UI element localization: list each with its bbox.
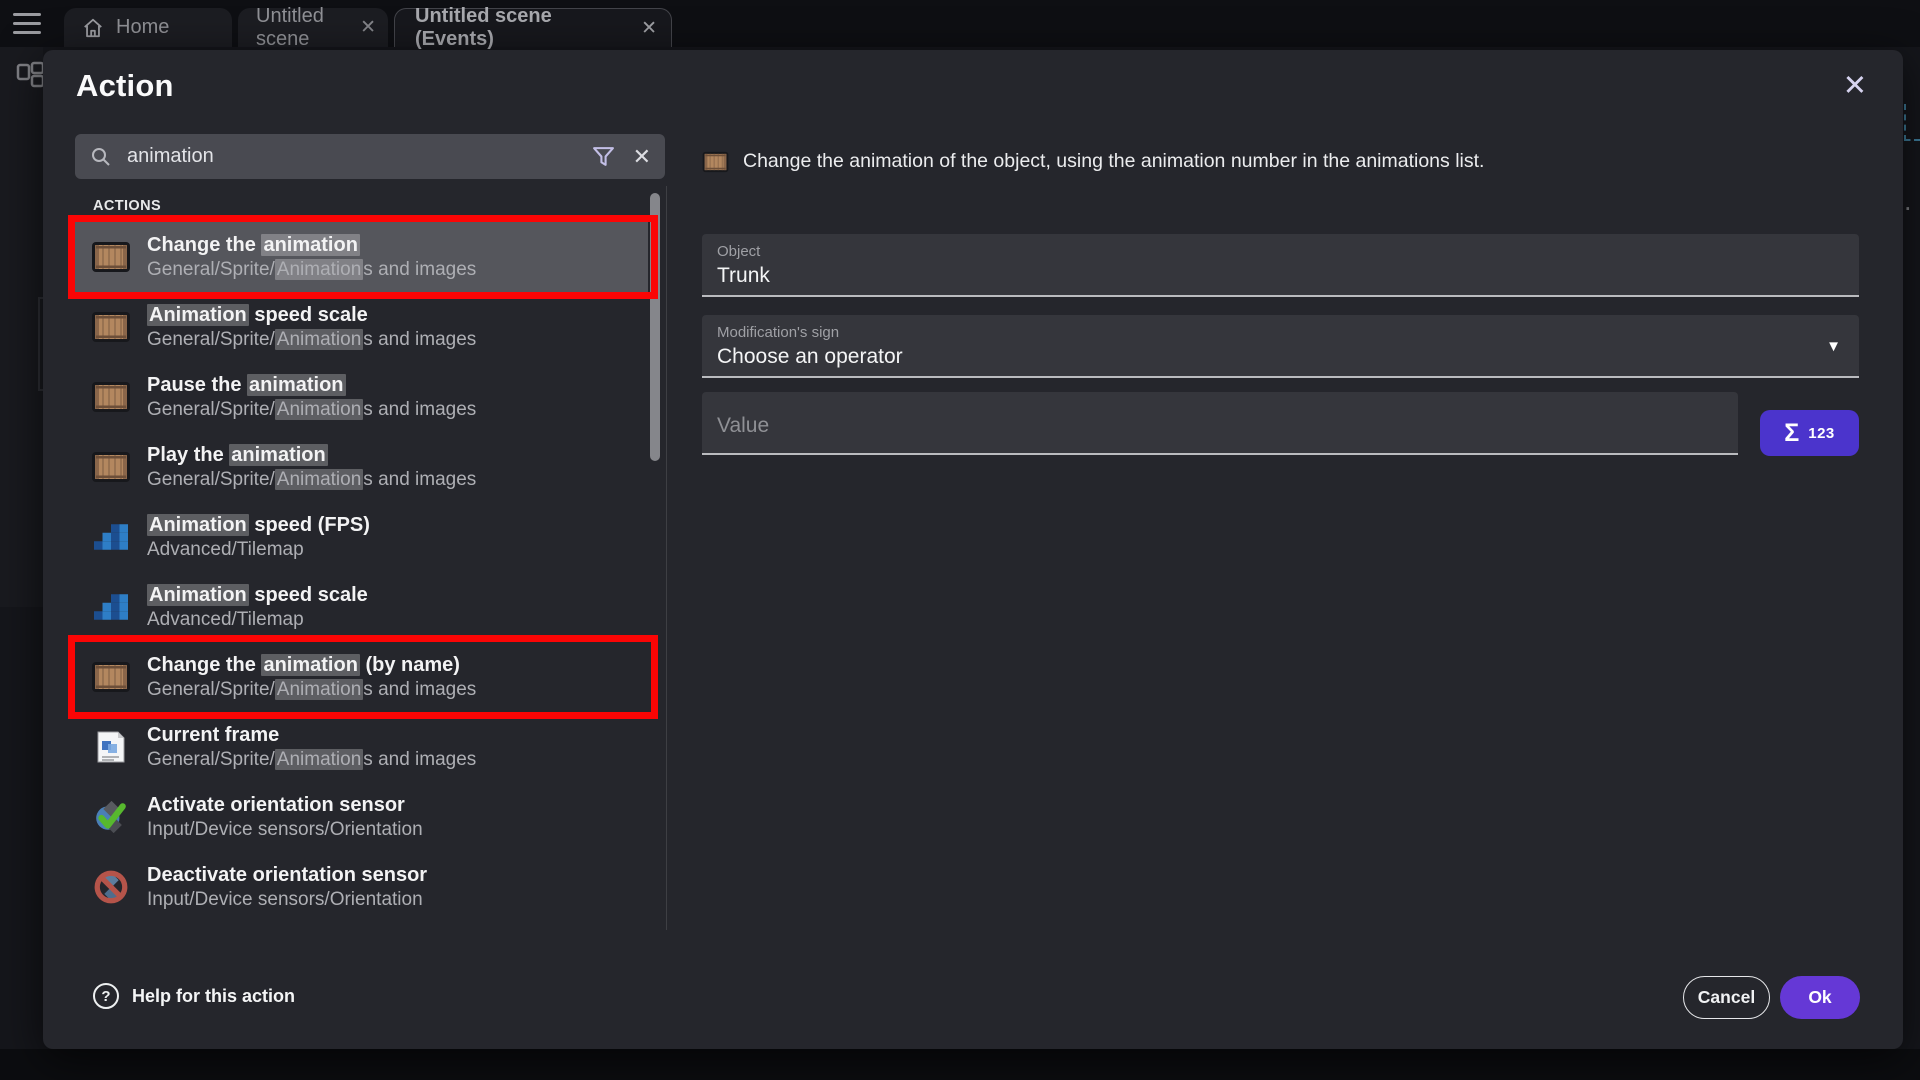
action-path: General/Sprite/Animations and images — [147, 399, 476, 420]
value-input[interactable] — [717, 414, 1697, 438]
action-list-item[interactable]: Change the animation (by name) General/S… — [75, 642, 648, 712]
clear-search-icon[interactable]: ✕ — [633, 146, 651, 168]
tilemap-icon — [89, 515, 133, 559]
search-icon — [89, 145, 113, 169]
operator-select[interactable]: Modification's sign Choose an operator ▼ — [702, 315, 1859, 378]
action-dialog: Action ✕ ✕ ACTIONS Change the animation … — [43, 50, 1903, 1049]
action-path: Advanced/Tilemap — [147, 609, 304, 630]
sprite-icon — [89, 235, 133, 279]
actions-list-rows: Change the animation General/Sprite/Anim… — [75, 222, 648, 922]
scrollbar-thumb[interactable] — [650, 193, 660, 461]
action-title: Animation speed scale — [147, 304, 368, 326]
action-list-item[interactable]: Activate orientation sensor Input/Device… — [75, 782, 648, 852]
value-field[interactable] — [702, 392, 1738, 455]
action-list-item[interactable]: Current frame General/Sprite/Animations … — [75, 712, 648, 782]
search-input[interactable] — [127, 145, 592, 168]
tilemap-icon — [89, 585, 133, 629]
action-list-item[interactable]: Pause the animation General/Sprite/Anima… — [75, 362, 648, 432]
cancel-button[interactable]: Cancel — [1683, 976, 1770, 1019]
action-path: Input/Device sensors/Orientation — [147, 889, 423, 910]
tab-home[interactable]: Home — [64, 8, 232, 47]
action-list-item[interactable]: Animation speed scale General/Sprite/Ani… — [75, 292, 648, 362]
action-list-item[interactable]: Play the animation General/Sprite/Animat… — [75, 432, 648, 502]
action-list-item[interactable]: Deactivate orientation sensor Input/Devi… — [75, 852, 648, 922]
tab-untitled-scene-events[interactable]: Untitled scene (Events) ✕ — [394, 8, 672, 47]
frame-icon — [89, 725, 133, 769]
sprite-icon — [89, 375, 133, 419]
section-header: ACTIONS — [75, 188, 648, 222]
object-field[interactable]: Object Trunk — [702, 234, 1859, 297]
action-title: Pause the animation — [147, 374, 346, 396]
action-title: Activate orientation sensor — [147, 794, 405, 816]
action-title: Deactivate orientation sensor — [147, 864, 427, 886]
expression-123-label: 123 — [1808, 425, 1835, 442]
action-title: Play the animation — [147, 444, 328, 466]
sigma-icon: Σ — [1784, 421, 1799, 446]
action-title: Change the animation — [147, 234, 360, 256]
close-tab-icon[interactable]: ✕ — [641, 17, 657, 40]
action-title: Change the animation (by name) — [147, 654, 460, 676]
help-link[interactable]: ? Help for this action — [93, 983, 295, 1009]
dialog-title: Action — [76, 68, 174, 104]
sensor-off-icon — [89, 865, 133, 909]
drop-target-dashed-border — [1904, 104, 1906, 141]
action-path: General/Sprite/Animations and images — [147, 259, 476, 280]
object-value: Trunk — [717, 264, 770, 288]
tab-label: Home — [116, 16, 169, 39]
home-icon — [82, 17, 104, 39]
tab-label: Untitled scene — [256, 5, 348, 51]
background-panel — [0, 47, 43, 607]
action-path: General/Sprite/Animations and images — [147, 469, 476, 490]
background-bottom — [0, 1049, 1920, 1080]
chevron-down-icon: ▼ — [1826, 338, 1841, 355]
top-tab-bar: Home Untitled scene ✕ Untitled scene (Ev… — [0, 0, 1920, 47]
action-title: Animation speed scale — [147, 584, 368, 606]
layout-panels-icon — [16, 60, 46, 103]
action-path: General/Sprite/Animations and images — [147, 679, 476, 700]
sprite-icon — [89, 305, 133, 349]
actions-list: ACTIONS Change the animation General/Spr… — [75, 188, 648, 932]
action-title: Animation speed (FPS) — [147, 514, 370, 536]
gdevelop-window: Home Untitled scene ✕ Untitled scene (Ev… — [0, 0, 1920, 1080]
hamburger-menu-icon[interactable] — [13, 13, 41, 34]
expression-editor-button[interactable]: Σ 123 — [1760, 410, 1859, 456]
action-search-bar[interactable]: ✕ — [75, 134, 665, 179]
panel-divider — [666, 186, 667, 930]
sprite-icon — [702, 151, 729, 173]
close-tab-icon[interactable]: ✕ — [360, 16, 376, 39]
field-label: Object — [717, 243, 760, 260]
action-description: Change the animation of the object, usin… — [702, 150, 1882, 173]
question-circle-icon: ? — [93, 983, 119, 1009]
action-path: General/Sprite/Animations and images — [147, 749, 476, 770]
action-list-item[interactable]: Animation speed (FPS) Advanced/Tilemap — [75, 502, 648, 572]
action-path: General/Sprite/Animations and images — [147, 329, 476, 350]
operator-value: Choose an operator — [717, 345, 903, 369]
action-list-item[interactable]: Change the animation General/Sprite/Anim… — [75, 222, 648, 292]
action-list-item[interactable]: Animation speed scale Advanced/Tilemap — [75, 572, 648, 642]
action-path: Input/Device sensors/Orientation — [147, 819, 423, 840]
action-title: Current frame — [147, 724, 279, 746]
ok-button[interactable]: Ok — [1780, 976, 1860, 1019]
help-label: Help for this action — [132, 986, 295, 1007]
description-text: Change the animation of the object, usin… — [743, 150, 1484, 173]
tab-label: Untitled scene (Events) — [415, 5, 629, 51]
sprite-icon — [89, 655, 133, 699]
sensor-on-icon — [89, 795, 133, 839]
field-label: Modification's sign — [717, 324, 839, 341]
tab-untitled-scene[interactable]: Untitled scene ✕ — [238, 8, 388, 47]
action-path: Advanced/Tilemap — [147, 539, 304, 560]
filter-funnel-icon[interactable] — [592, 146, 615, 167]
sprite-icon — [89, 445, 133, 489]
close-icon[interactable]: ✕ — [1843, 72, 1867, 101]
